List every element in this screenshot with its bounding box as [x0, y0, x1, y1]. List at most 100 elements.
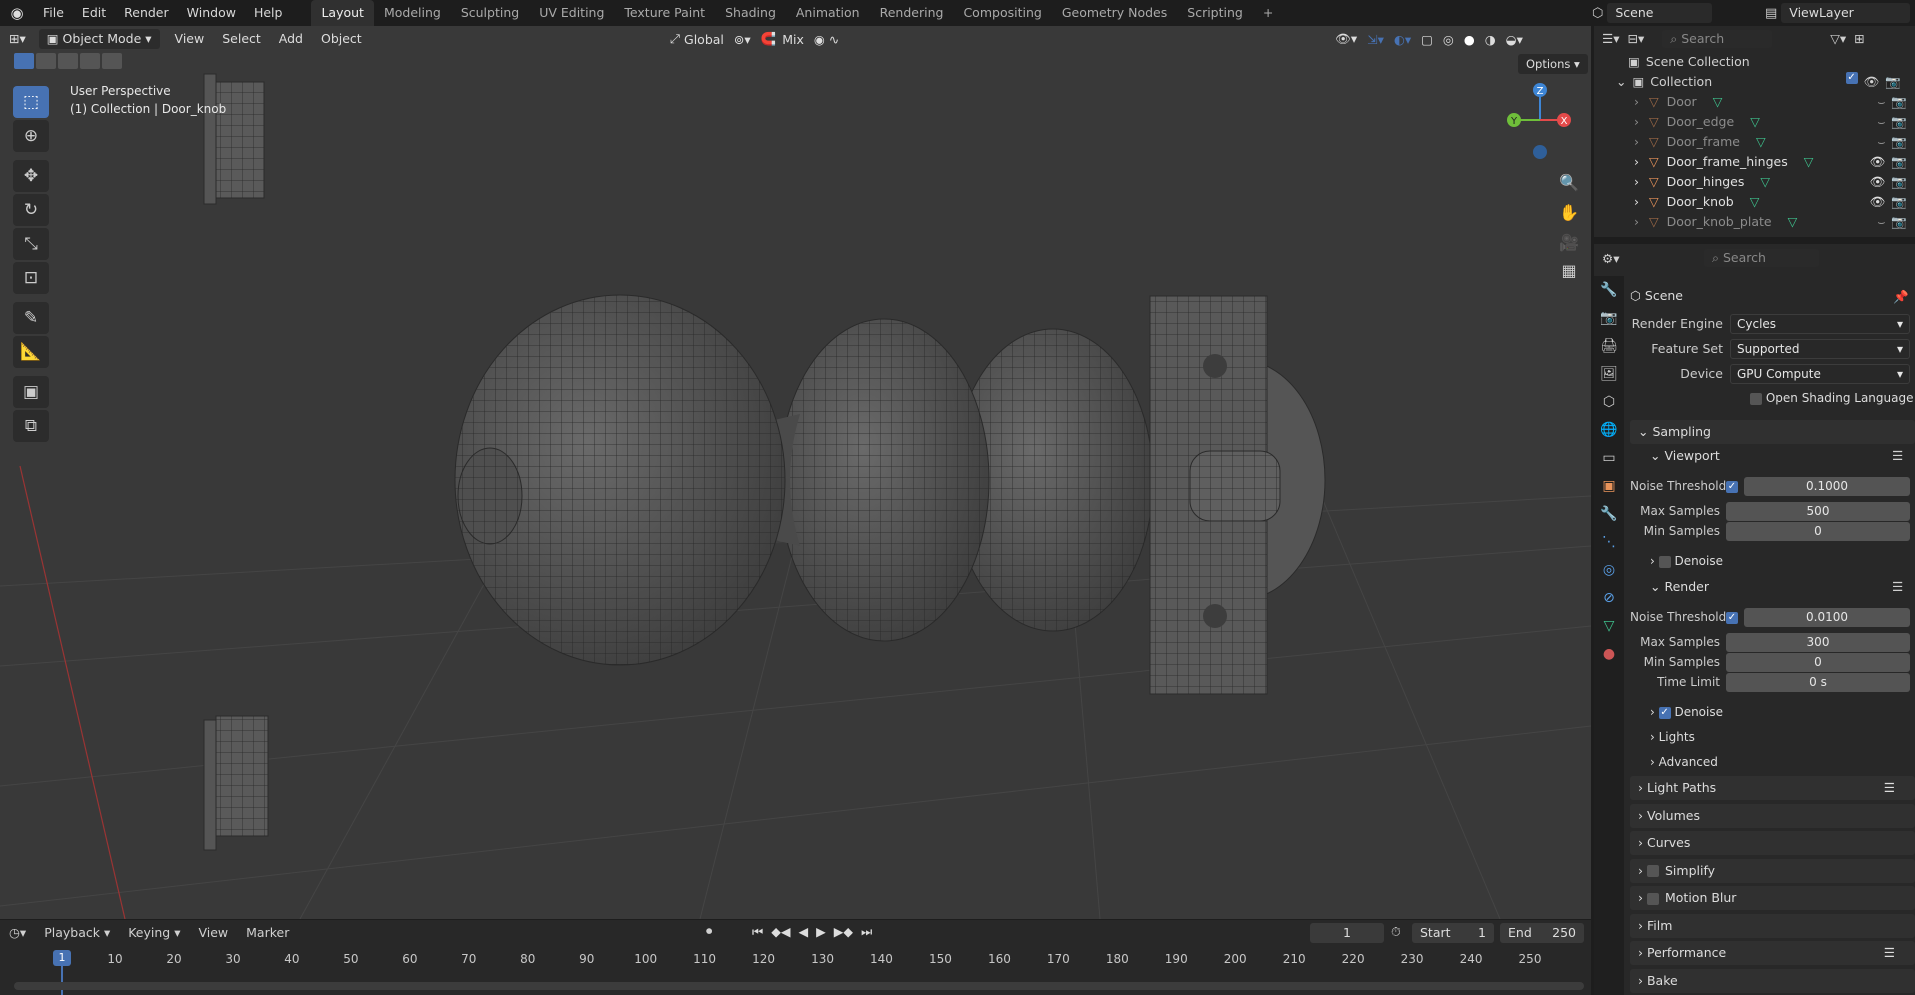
osl-checkbox[interactable]: [1750, 392, 1762, 405]
viewport-menu-add[interactable]: Add: [270, 27, 312, 51]
add-workspace-button[interactable]: +: [1253, 0, 1283, 26]
shading-wireframe-icon[interactable]: ◎: [1443, 32, 1454, 47]
section-light-paths[interactable]: › Light Paths ☰: [1630, 776, 1915, 800]
outliner-item-door-knob-plate[interactable]: › ▽ Door_knob_plate ▽ ⌣ 📷: [1594, 212, 1915, 232]
presets-list-icon[interactable]: ☰: [1884, 941, 1895, 965]
editor-type-icon[interactable]: ⊞▾: [0, 27, 35, 51]
pin-icon[interactable]: 📌: [1893, 289, 1909, 305]
world-tab-icon[interactable]: 🌐: [1594, 416, 1624, 444]
new-collection-icon[interactable]: ⊞: [1854, 29, 1864, 49]
sampling-section[interactable]: ⌄ Sampling: [1630, 420, 1915, 444]
overlay-toggle-icon[interactable]: ◐▾: [1394, 32, 1411, 47]
render-camera-icon[interactable]: 📷: [1891, 92, 1907, 112]
pivot-icon[interactable]: ⊚▾: [734, 32, 751, 47]
render-camera-icon[interactable]: 📷: [1891, 212, 1907, 232]
snap-icon[interactable]: 🧲: [761, 31, 777, 47]
constraints-tab-icon[interactable]: ⊘: [1594, 584, 1624, 612]
select-extend-icon[interactable]: [36, 53, 56, 69]
render-engine-dropdown[interactable]: Cycles ▾: [1730, 314, 1910, 334]
r-min-samples-field[interactable]: 0: [1726, 653, 1910, 672]
expand-chevron-icon[interactable]: ›: [1634, 112, 1639, 132]
expand-chevron-icon[interactable]: ›: [1634, 192, 1639, 212]
select-intersect-icon[interactable]: [102, 53, 122, 69]
gizmo-toggle-icon[interactable]: ⇲▾: [1367, 32, 1384, 47]
data-tab-icon[interactable]: ▽: [1594, 612, 1624, 640]
r-noise-threshold-checkbox[interactable]: ✓: [1726, 612, 1738, 624]
outliner-item-door-hinges[interactable]: › ▽ Door_hinges ▽ 👁 📷: [1594, 172, 1915, 192]
scene-icon[interactable]: ⬡: [1592, 6, 1603, 21]
current-frame-marker[interactable]: 1: [53, 950, 71, 966]
hidden-eye-icon[interactable]: ⌣: [1877, 92, 1885, 112]
r-denoise-checkbox[interactable]: ✓: [1658, 706, 1671, 719]
proportional-edit-icon[interactable]: ◉ ∿: [814, 32, 839, 47]
r-max-samples-field[interactable]: 300: [1726, 633, 1910, 652]
measure-tool-icon[interactable]: 📐: [13, 336, 49, 368]
orientation-icon[interactable]: ⤢: [670, 31, 680, 47]
view-layer-tab-icon[interactable]: 🖼: [1594, 360, 1624, 388]
expand-chevron-icon[interactable]: ›: [1634, 172, 1639, 192]
viewport-menu-view[interactable]: View: [166, 27, 214, 51]
expand-chevron-icon[interactable]: ›: [1634, 132, 1639, 152]
r-denoise-option[interactable]: › ✓ Denoise: [1650, 701, 1723, 723]
add-object-tool-icon[interactable]: ⧉: [13, 410, 49, 442]
select-subtract-icon[interactable]: [58, 53, 78, 69]
presets-list-icon[interactable]: ☰: [1884, 776, 1895, 800]
shading-solid-icon[interactable]: ●: [1464, 32, 1475, 47]
outliner-search-input[interactable]: ⌕ Search: [1662, 30, 1773, 48]
visibility-eye-icon[interactable]: 👁: [1870, 192, 1886, 212]
render-tab-icon[interactable]: 📷: [1594, 304, 1624, 332]
scale-tool-icon[interactable]: ⤡: [13, 228, 49, 260]
viewport-menu-select[interactable]: Select: [213, 27, 270, 51]
orientation-selector[interactable]: Global: [684, 32, 724, 47]
tab-uv-editing[interactable]: UV Editing: [529, 0, 614, 26]
tab-geometry-nodes[interactable]: Geometry Nodes: [1052, 0, 1177, 26]
lights-subsection[interactable]: › Lights: [1650, 726, 1695, 748]
render-camera-icon[interactable]: 📷: [1891, 112, 1907, 132]
viewport-subsection[interactable]: ⌄ Viewport: [1650, 445, 1720, 467]
shading-material-icon[interactable]: ◑: [1485, 32, 1496, 47]
feature-set-dropdown[interactable]: Supported ▾: [1730, 339, 1910, 359]
vp-noise-threshold-field[interactable]: 0.1000: [1744, 477, 1910, 496]
pan-hand-icon[interactable]: ✋: [1555, 198, 1583, 226]
tab-sculpting[interactable]: Sculpting: [451, 0, 529, 26]
simplify-checkbox[interactable]: [1646, 865, 1659, 877]
hidden-eye-icon[interactable]: ⌣: [1877, 212, 1885, 232]
outliner-item-door-frame-hinges[interactable]: › ▽ Door_frame_hinges ▽ 👁 📷: [1594, 152, 1915, 172]
motion-blur-checkbox[interactable]: [1646, 892, 1659, 905]
camera-view-icon[interactable]: 🎥: [1555, 228, 1583, 256]
tool-tab-icon[interactable]: 🔧: [1594, 276, 1624, 304]
scene-selector[interactable]: Scene: [1607, 3, 1712, 23]
vp-min-samples-field[interactable]: 0: [1726, 522, 1910, 541]
xray-icon[interactable]: ▢: [1421, 32, 1433, 47]
display-mode-icon[interactable]: ⊟▾: [1627, 29, 1644, 49]
timeline-scrollbar[interactable]: [14, 982, 1584, 990]
perspective-toggle-icon[interactable]: ▦: [1555, 256, 1583, 284]
object-tab-icon[interactable]: ▣: [1594, 472, 1624, 500]
section-performance[interactable]: › Performance ☰: [1630, 941, 1915, 965]
viewport-menu-object[interactable]: Object: [312, 27, 371, 51]
shading-rendered-icon[interactable]: ◒▾: [1506, 32, 1523, 47]
select-difference-icon[interactable]: [80, 53, 100, 69]
expand-chevron-icon[interactable]: ›: [1634, 212, 1639, 232]
collection-tab-icon[interactable]: ▭: [1594, 444, 1624, 472]
presets-list-icon[interactable]: ☰: [1892, 579, 1903, 594]
collection-row[interactable]: ⌄ ▣ Collection ✓ 👁 📷: [1594, 72, 1915, 92]
tab-layout[interactable]: Layout: [311, 0, 374, 26]
expand-chevron-icon[interactable]: ›: [1634, 152, 1639, 172]
visibility-eye-icon[interactable]: 👁: [1870, 172, 1886, 192]
transform-tool-icon[interactable]: ⊡: [13, 262, 49, 294]
visibility-eye-icon[interactable]: 👁: [1864, 72, 1880, 92]
blender-logo-icon[interactable]: ◉: [0, 4, 34, 22]
menu-render[interactable]: Render: [115, 0, 178, 26]
section-bake[interactable]: › Bake: [1630, 968, 1915, 993]
section-curves[interactable]: › Curves: [1630, 831, 1915, 855]
presets-list-icon[interactable]: ☰: [1892, 448, 1903, 463]
cursor-tool-icon[interactable]: ⊕: [13, 120, 49, 152]
vp-denoise-option[interactable]: › Denoise: [1650, 550, 1723, 572]
menu-window[interactable]: Window: [178, 0, 245, 26]
visibility-eye-icon[interactable]: 👁: [1870, 152, 1886, 172]
tab-rendering[interactable]: Rendering: [870, 0, 954, 26]
view-layer-selector[interactable]: ViewLayer: [1781, 3, 1910, 23]
render-camera-icon[interactable]: 📷: [1891, 152, 1907, 172]
mode-selector[interactable]: ▣ Object Mode ▾: [38, 29, 160, 49]
